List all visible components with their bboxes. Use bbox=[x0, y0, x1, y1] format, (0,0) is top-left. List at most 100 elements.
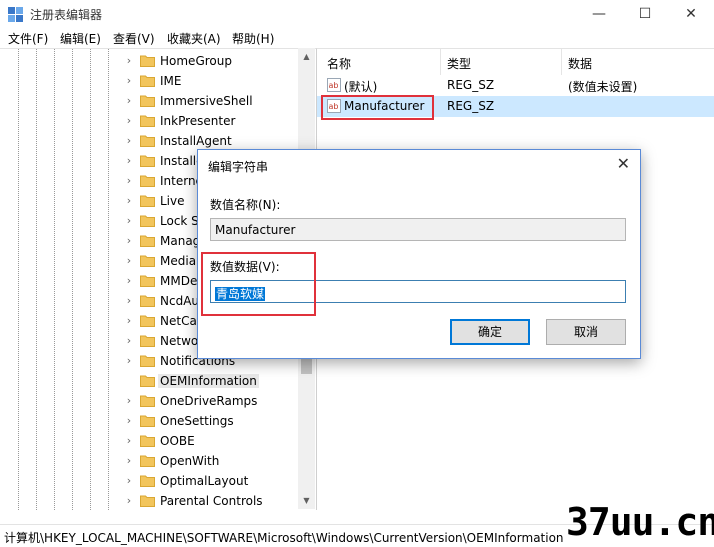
dialog-title: 编辑字符串 bbox=[208, 160, 269, 174]
folder-icon bbox=[140, 334, 155, 347]
tree-item[interactable]: › HomeGroup bbox=[120, 51, 300, 71]
chevron-right-icon[interactable]: › bbox=[124, 314, 134, 327]
chevron-right-icon[interactable]: › bbox=[124, 454, 134, 467]
tree-item-label: Netwo bbox=[160, 334, 199, 348]
tree-item-label: OptimalLayout bbox=[160, 474, 249, 488]
value-type: REG_SZ bbox=[447, 78, 495, 92]
chevron-right-icon[interactable]: › bbox=[124, 434, 134, 447]
tree-item[interactable]: OEMInformation bbox=[120, 371, 300, 391]
tree-guide-line bbox=[18, 49, 19, 510]
tree-item[interactable]: › Parental Controls bbox=[120, 491, 300, 510]
dialog-close-icon[interactable]: ✕ bbox=[617, 154, 630, 173]
menu-file[interactable]: 文件(F) bbox=[8, 30, 48, 47]
tree-item[interactable]: › OneSettings bbox=[120, 411, 300, 431]
menu-bar: 文件(F) 编辑(E) 查看(V) 收藏夹(A) 帮助(H) bbox=[0, 28, 714, 48]
tree-guide-line bbox=[90, 49, 91, 510]
folder-icon bbox=[140, 174, 155, 187]
chevron-right-icon[interactable]: › bbox=[124, 114, 134, 127]
chevron-right-icon[interactable]: › bbox=[124, 474, 134, 487]
window-title: 注册表编辑器 bbox=[30, 8, 103, 22]
tree-guide-line bbox=[72, 49, 73, 510]
string-value-icon: ab bbox=[327, 78, 341, 92]
folder-icon bbox=[140, 474, 155, 487]
chevron-right-icon[interactable]: › bbox=[124, 94, 134, 107]
chevron-right-icon[interactable]: › bbox=[124, 394, 134, 407]
chevron-right-icon[interactable]: › bbox=[124, 494, 134, 507]
tree-item[interactable]: › OpenWith bbox=[120, 451, 300, 471]
chevron-right-icon[interactable]: › bbox=[124, 54, 134, 67]
tree-item[interactable]: › ImmersiveShell bbox=[120, 91, 300, 111]
folder-icon bbox=[140, 354, 155, 367]
cancel-button[interactable]: 取消 bbox=[546, 319, 626, 345]
column-separator bbox=[561, 49, 562, 75]
tree-item[interactable]: › OneDriveRamps bbox=[120, 391, 300, 411]
folder-icon bbox=[140, 54, 155, 67]
menu-favorites[interactable]: 收藏夹(A) bbox=[167, 30, 221, 47]
tree-item-label: MMDe bbox=[160, 274, 198, 288]
folder-icon bbox=[140, 414, 155, 427]
tree-item[interactable]: › InstallAgent bbox=[120, 131, 300, 151]
tree-item-label: OOBE bbox=[160, 434, 195, 448]
folder-icon bbox=[140, 234, 155, 247]
folder-icon bbox=[140, 134, 155, 147]
tree-guide-line bbox=[36, 49, 37, 510]
tree-item[interactable]: › OOBE bbox=[120, 431, 300, 451]
folder-icon bbox=[140, 254, 155, 267]
chevron-right-icon[interactable]: › bbox=[124, 214, 134, 227]
tree-guide-line bbox=[54, 49, 55, 510]
folder-icon bbox=[140, 74, 155, 87]
chevron-right-icon[interactable]: › bbox=[124, 334, 134, 347]
title-bar: 注册表编辑器 — ☐ ✕ bbox=[0, 0, 714, 28]
tree-item[interactable]: › IME bbox=[120, 71, 300, 91]
value-name: (默认) bbox=[344, 80, 378, 94]
value-name-field[interactable]: Manufacturer bbox=[210, 218, 626, 241]
site-watermark: 37uu.cn bbox=[566, 500, 714, 544]
value-row-default[interactable]: ab (默认) REG_SZ (数值未设置) bbox=[317, 75, 714, 96]
scroll-up-arrow-icon[interactable]: ▲ bbox=[298, 48, 315, 65]
chevron-right-icon[interactable]: › bbox=[124, 354, 134, 367]
chevron-right-icon[interactable]: › bbox=[124, 254, 134, 267]
folder-icon bbox=[140, 114, 155, 127]
chevron-right-icon[interactable]: › bbox=[124, 154, 134, 167]
scroll-down-arrow-icon[interactable]: ▼ bbox=[298, 492, 315, 509]
tree-guide-line bbox=[108, 49, 109, 510]
column-header-name[interactable]: 名称 bbox=[327, 55, 351, 72]
menu-help[interactable]: 帮助(H) bbox=[232, 30, 274, 47]
chevron-right-icon[interactable]: › bbox=[124, 134, 134, 147]
folder-icon bbox=[140, 374, 155, 387]
svg-text:ab: ab bbox=[329, 81, 339, 90]
chevron-right-icon[interactable]: › bbox=[124, 194, 134, 207]
scroll-thumb[interactable] bbox=[301, 358, 312, 374]
maximize-button[interactable]: ☐ bbox=[622, 0, 668, 28]
chevron-right-icon[interactable]: › bbox=[124, 234, 134, 247]
annotation-highlight-box bbox=[321, 95, 434, 120]
chevron-right-icon[interactable]: › bbox=[124, 74, 134, 87]
chevron-right-icon[interactable]: › bbox=[124, 274, 134, 287]
value-name-label: 数值名称(N): bbox=[210, 198, 281, 212]
value-data: (数值未设置) bbox=[568, 80, 638, 94]
menu-view[interactable]: 查看(V) bbox=[113, 30, 155, 47]
ok-button[interactable]: 确定 bbox=[450, 319, 530, 345]
tree-item-label: OEMInformation bbox=[158, 374, 259, 388]
value-type: REG_SZ bbox=[447, 99, 495, 113]
chevron-right-icon[interactable]: › bbox=[124, 174, 134, 187]
chevron-right-icon[interactable]: › bbox=[124, 414, 134, 427]
registry-app-icon bbox=[8, 7, 23, 22]
close-button[interactable]: ✕ bbox=[668, 0, 714, 28]
tree-item[interactable]: › InkPresenter bbox=[120, 111, 300, 131]
column-header-type[interactable]: 类型 bbox=[447, 55, 471, 72]
tree-item-label: IME bbox=[160, 74, 182, 88]
column-header-data[interactable]: 数据 bbox=[568, 55, 592, 72]
chevron-right-icon[interactable]: › bbox=[124, 294, 134, 307]
column-separator bbox=[440, 49, 441, 75]
tree-item[interactable]: › OptimalLayout bbox=[120, 471, 300, 491]
menu-edit[interactable]: 编辑(E) bbox=[60, 30, 101, 47]
tree-item-label: OpenWith bbox=[160, 454, 220, 468]
folder-icon bbox=[140, 394, 155, 407]
tree-item-label: InkPresenter bbox=[160, 114, 236, 128]
minimize-button[interactable]: — bbox=[576, 0, 622, 28]
folder-icon bbox=[140, 154, 155, 167]
folder-icon bbox=[140, 434, 155, 447]
folder-icon bbox=[140, 194, 155, 207]
tree-item-label: Parental Controls bbox=[160, 494, 263, 508]
